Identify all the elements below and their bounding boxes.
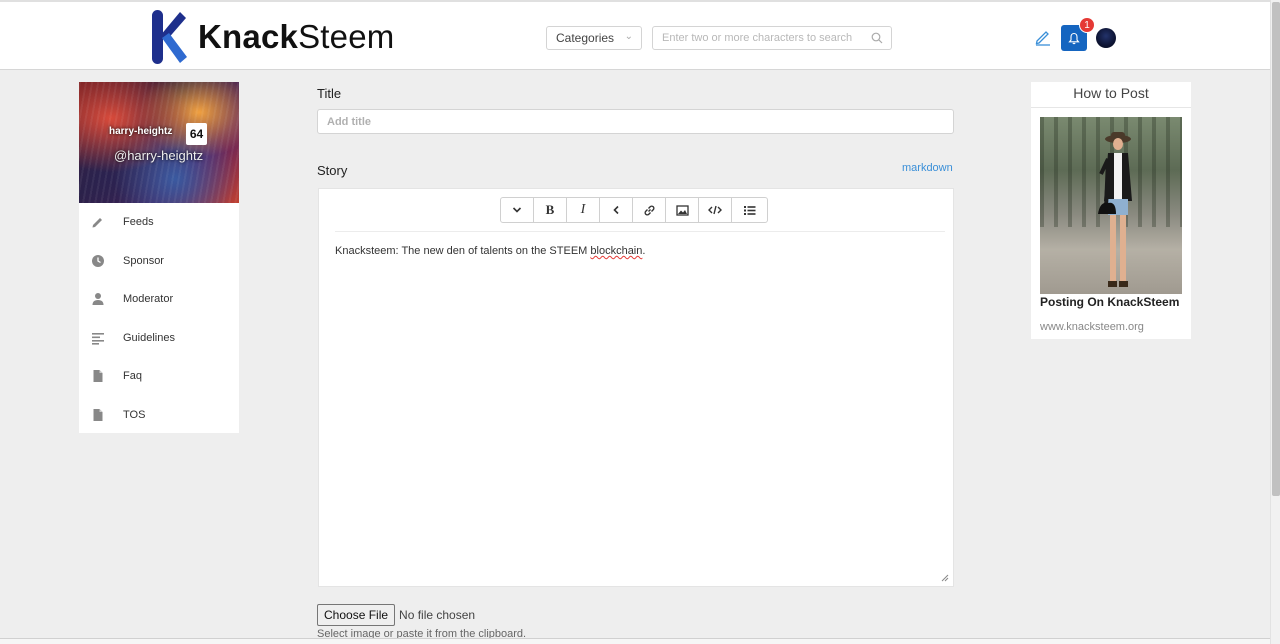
- person-illustration: [1098, 132, 1132, 287]
- choose-file-button[interactable]: Choose File: [317, 604, 396, 626]
- scrollbar-thumb[interactable]: [1272, 2, 1280, 496]
- chevron-down-icon: ⌄: [624, 31, 633, 42]
- logo-k-icon: [152, 10, 187, 64]
- image-icon: [675, 204, 689, 216]
- profile-card[interactable]: harry-heightz 64 @harry-heightz: [79, 82, 239, 203]
- page-scrollbar[interactable]: [1270, 0, 1280, 644]
- profile-cover-image: [79, 82, 239, 203]
- title-input[interactable]: [317, 109, 954, 134]
- how-to-post-caption[interactable]: Posting On KnackSteem: [1040, 295, 1179, 309]
- quote-button[interactable]: [599, 197, 633, 223]
- file-status: No file chosen: [399, 608, 476, 622]
- sidebar-item-guidelines[interactable]: Guidelines: [79, 319, 239, 358]
- categories-dropdown[interactable]: Categories ⌄: [546, 26, 642, 50]
- chevron-down-icon: [512, 207, 522, 213]
- search-icon[interactable]: [871, 32, 883, 44]
- story-editor[interactable]: B I Knacksteem: The new den of talents o…: [318, 188, 954, 587]
- bell-icon: [1068, 32, 1080, 44]
- misspelled-word: blockchain: [590, 245, 643, 257]
- bottom-edge: [0, 638, 1270, 644]
- sidebar-item-faq[interactable]: Faq: [79, 357, 239, 396]
- sidebar-item-label: Sponsor: [123, 254, 164, 267]
- italic-icon: I: [580, 202, 586, 217]
- list-button[interactable]: [731, 197, 768, 223]
- editor-toolbar: B I: [500, 197, 768, 223]
- profile-handle: @harry-heightz: [114, 148, 204, 163]
- sidebar-item-label: TOS: [123, 408, 146, 421]
- editor-content[interactable]: Knacksteem: The new den of talents on th…: [335, 245, 645, 257]
- bold-button[interactable]: B: [533, 197, 567, 223]
- title-label: Title: [317, 86, 342, 101]
- link-icon: [644, 205, 654, 215]
- sidebar-item-sponsor[interactable]: Sponsor: [79, 242, 239, 281]
- resize-handle-icon[interactable]: [941, 574, 949, 582]
- bold-icon: B: [545, 202, 555, 217]
- link-button[interactable]: [632, 197, 666, 223]
- user-icon: [91, 292, 105, 306]
- top-navbar: KnackSteem Categories ⌄ 1: [0, 0, 1270, 70]
- categories-label: Categories: [556, 31, 615, 45]
- sidebar-item-tos[interactable]: TOS: [79, 396, 239, 435]
- chevron-left-icon: [613, 205, 619, 215]
- heading-button[interactable]: [500, 197, 534, 223]
- sidebar-item-moderator[interactable]: Moderator: [79, 280, 239, 319]
- toolbar-divider: [335, 231, 945, 232]
- sidebar-item-label: Moderator: [123, 293, 174, 306]
- search-input[interactable]: [653, 27, 863, 49]
- file-icon: [91, 408, 105, 422]
- how-to-post-widget: How to Post Posting On KnackSteem www.kn…: [1031, 82, 1191, 339]
- align-left-icon: [91, 331, 105, 345]
- file-upload-row: Choose File No file chosen: [317, 604, 475, 626]
- how-to-post-image[interactable]: [1040, 117, 1182, 294]
- notification-badge: 1: [1079, 17, 1095, 33]
- list-icon: [744, 205, 756, 215]
- italic-button[interactable]: I: [566, 197, 600, 223]
- markdown-link[interactable]: markdown: [902, 162, 953, 174]
- user-avatar[interactable]: [1096, 28, 1116, 48]
- sidebar-item-label: Guidelines: [123, 331, 175, 344]
- write-post-icon[interactable]: [1034, 28, 1052, 46]
- clock-icon: [91, 254, 105, 268]
- file-icon: [91, 369, 105, 383]
- how-to-post-heading: How to Post: [1031, 82, 1191, 108]
- story-label: Story: [317, 163, 348, 178]
- reputation-badge: 64: [186, 123, 207, 145]
- image-button[interactable]: [665, 197, 699, 223]
- sidebar-menu: Feeds Sponsor Moderator Guidelines Faq T…: [79, 203, 239, 433]
- sidebar-item-label: Faq: [123, 370, 142, 383]
- pencil-icon: [91, 215, 105, 229]
- search-box: [652, 26, 892, 50]
- code-button[interactable]: [698, 197, 732, 223]
- sidebar-item-label: Feeds: [123, 216, 154, 229]
- site-logo[interactable]: KnackSteem: [150, 8, 394, 66]
- logo-text: KnackSteem: [198, 18, 395, 55]
- how-to-post-url: www.knacksteem.org: [1040, 321, 1144, 333]
- profile-name: harry-heightz: [109, 126, 173, 137]
- sidebar-item-feeds[interactable]: Feeds: [79, 203, 239, 242]
- code-icon: [708, 205, 722, 215]
